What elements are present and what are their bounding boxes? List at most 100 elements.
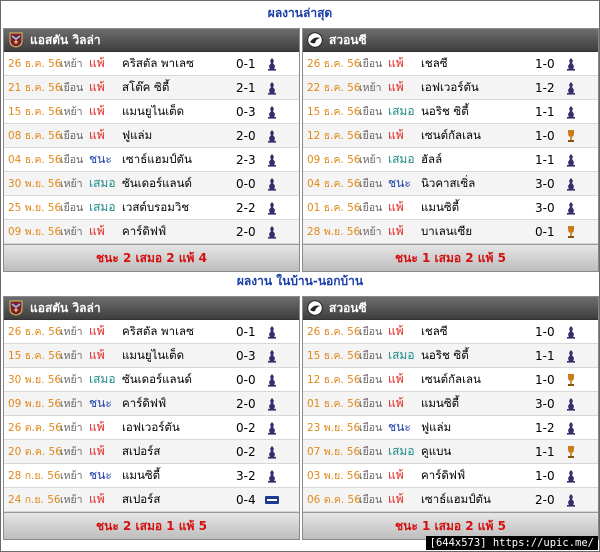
match-score: 0-1: [236, 324, 256, 339]
opponent-link[interactable]: เซาธ์แฮมป์ตัน: [421, 491, 491, 509]
form-summary: ชนะ 2 เสมอ 1 แพ้ 5: [4, 512, 299, 539]
match-row: 07 พ.ย. 56 เยือน เสมอ คูแบน 1-1: [303, 440, 598, 464]
match-row: 21 ธ.ค. 56 เยือน แพ้ สโต๊ค ซิตี้ 2-1: [4, 76, 299, 100]
opponent-link[interactable]: แมนซิตี้: [122, 467, 160, 485]
form-summary: ชนะ 2 เสมอ 2 แพ้ 4: [4, 244, 299, 271]
opponent-link[interactable]: เซาธ์แฮมป์ตัน: [122, 151, 192, 169]
match-date: 26 ต.ค. 56: [8, 422, 62, 434]
match-date: 30 พ.ย. 56: [8, 178, 62, 190]
match-score: 1-2: [535, 420, 555, 435]
match-score: 1-0: [535, 324, 555, 339]
team-name: แอสตัน วิลล่า: [30, 32, 101, 47]
right-team-panel: สวอนซี 26 ธ.ค. 56 เยือน แพ้ เชลซี 1-0 15 ธ.ค. …: [302, 296, 599, 540]
section-title-home-away-form: ผลงาน ในบ้าน-นอกบ้าน: [236, 274, 364, 288]
opponent-link[interactable]: แมนซิตี้: [421, 395, 459, 413]
match-score: 2-0: [236, 224, 256, 239]
opponent-link[interactable]: นอริช ซิตี้: [421, 103, 469, 121]
match-row: 09 พ.ย. 56 เหย้า แพ้ คาร์ดิฟฟ์ 2-0: [4, 220, 299, 244]
match-score: 0-1: [535, 224, 555, 239]
opponent-link[interactable]: คาร์ดิฟฟ์: [122, 223, 166, 241]
match-date: 01 ธ.ค. 56: [307, 398, 361, 410]
match-venue: เยือน: [359, 494, 383, 506]
premier-league-icon: [563, 104, 579, 120]
match-row: 28 พ.ย. 56 เหย้า แพ้ บาเลนเซีย 0-1: [303, 220, 598, 244]
match-row: 04 ธ.ค. 56 เยือน ชนะ นิวคาสเซิ่ล 3-0: [303, 172, 598, 196]
opponent-link[interactable]: เซนต์กัลเลน: [421, 127, 481, 145]
opponent-link[interactable]: คาร์ดิฟฟ์: [122, 395, 166, 413]
match-venue: เหย้า: [60, 422, 83, 434]
match-row: 26 ธ.ค. 56 เยือน แพ้ เชลซี 1-0: [303, 52, 598, 76]
match-row: 01 ธ.ค. 56 เยือน แพ้ แมนซิตี้ 3-0: [303, 196, 598, 220]
match-date: 06 ต.ค. 56: [307, 494, 361, 506]
match-result: แพ้: [89, 56, 105, 70]
match-row: 26 ธ.ค. 56 เยือน แพ้ เชลซี 1-0: [303, 320, 598, 344]
section-title-recent-form: ผลงานล่าสุด: [267, 6, 333, 20]
opponent-link[interactable]: ฟูแล่ม: [122, 127, 152, 145]
match-venue: เยือน: [60, 202, 84, 214]
match-row: 26 ธ.ค. 56 เหย้า แพ้ คริสตัล พาเลซ 0-1: [4, 52, 299, 76]
match-venue: เยือน: [60, 154, 84, 166]
match-result: ชนะ: [388, 176, 411, 190]
opponent-link[interactable]: สโต๊ค ซิตี้: [122, 79, 169, 97]
left-team-panel: แอสตัน วิลล่า 26 ธ.ค. 56 เหย้า แพ้ คริสตัล พ…: [3, 296, 300, 540]
opponent-link[interactable]: สเปอร์ส: [122, 443, 160, 461]
match-score: 1-0: [535, 468, 555, 483]
opponent-link[interactable]: นิวคาสเซิ่ล: [421, 175, 475, 193]
premier-league-icon: [563, 56, 579, 72]
premier-league-icon: [264, 420, 280, 436]
opponent-link[interactable]: บาเลนเซีย: [421, 223, 472, 241]
match-row: 12 ธ.ค. 56 เยือน แพ้ เซนต์กัลเลน 1-0: [303, 368, 598, 392]
opponent-link[interactable]: เวสต์บรอมวิช: [122, 199, 189, 217]
match-venue: เยือน: [359, 326, 383, 338]
match-result: เสมอ: [388, 152, 415, 166]
match-result: แพ้: [388, 468, 404, 482]
opponent-link[interactable]: แมนยูไนเต็ด: [122, 347, 184, 365]
opponent-link[interactable]: เซนต์กัลเลน: [421, 371, 481, 389]
match-row: 15 ธ.ค. 56 เยือน เสมอ นอริช ซิตี้ 1-1: [303, 100, 598, 124]
premier-league-icon: [264, 224, 280, 240]
match-row: 20 ต.ค. 56 เหย้า แพ้ สเปอร์ส 0-2: [4, 440, 299, 464]
opponent-link[interactable]: เอฟเวอร์ตัน: [421, 79, 479, 97]
opponent-link[interactable]: เอฟเวอร์ตัน: [122, 419, 180, 437]
opponent-link[interactable]: แมนซิตี้: [421, 199, 459, 217]
opponent-link[interactable]: ฟูแล่ม: [421, 419, 451, 437]
match-score: 1-0: [535, 128, 555, 143]
premier-league-icon: [264, 444, 280, 460]
opponent-link[interactable]: เชลซี: [421, 323, 448, 341]
europa-league-icon: [563, 444, 579, 460]
opponent-link[interactable]: เชลซี: [421, 55, 448, 73]
match-score: 3-0: [535, 176, 555, 191]
match-row: 28 ก.ย. 56 เหย้า ชนะ แมนซิตี้ 3-2: [4, 464, 299, 488]
match-date: 09 ธ.ค. 56: [307, 154, 361, 166]
match-row: 24 ก.ย. 56 เหย้า แพ้ สเปอร์ส 0-4: [4, 488, 299, 512]
opponent-link[interactable]: ซันเดอร์แลนด์: [122, 175, 192, 193]
opponent-link[interactable]: คริสตัล พาเลซ: [122, 323, 194, 341]
match-result: แพ้: [388, 56, 404, 70]
match-date: 24 ก.ย. 56: [8, 494, 61, 506]
opponent-link[interactable]: คริสตัล พาเลซ: [122, 55, 194, 73]
opponent-link[interactable]: แมนยูไนเต็ด: [122, 103, 184, 121]
opponent-link[interactable]: คูแบน: [421, 443, 451, 461]
opponent-link[interactable]: คาร์ดิฟฟ์: [421, 467, 465, 485]
match-score: 0-2: [236, 420, 256, 435]
match-score: 1-1: [535, 104, 555, 119]
match-row: 06 ต.ค. 56 เยือน แพ้ เซาธ์แฮมป์ตัน 2-0: [303, 488, 598, 512]
match-result: ชนะ: [89, 396, 112, 410]
europa-league-icon: [563, 224, 579, 240]
match-venue: เยือน: [359, 422, 383, 434]
opponent-link[interactable]: ฮัลล์: [421, 151, 442, 169]
match-venue: เยือน: [359, 350, 383, 362]
match-score: 0-3: [236, 348, 256, 363]
match-result: แพ้: [388, 324, 404, 338]
match-venue: เหย้า: [60, 326, 83, 338]
match-score: 1-0: [535, 372, 555, 387]
opponent-link[interactable]: ซันเดอร์แลนด์: [122, 371, 192, 389]
opponent-link[interactable]: นอริช ซิตี้: [421, 347, 469, 365]
premier-league-icon: [563, 80, 579, 96]
opponent-link[interactable]: สเปอร์ส: [122, 491, 160, 509]
premier-league-icon: [563, 176, 579, 192]
match-result: แพ้: [388, 200, 404, 214]
match-date: 26 ธ.ค. 56: [8, 58, 62, 70]
match-venue: เยือน: [359, 106, 383, 118]
match-venue: เยือน: [359, 398, 383, 410]
